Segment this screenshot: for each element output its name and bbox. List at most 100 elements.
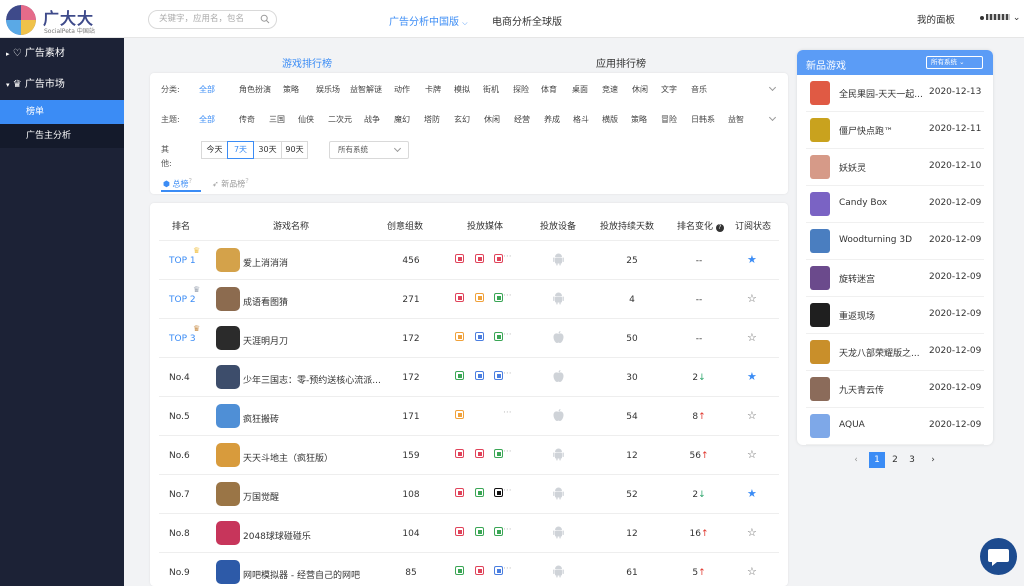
subscribe-star-icon[interactable]: ☆: [747, 409, 757, 422]
table-row[interactable]: No.4 少年三国志：零-预约送核心流派... 172 ··· 30 2↓ ★: [159, 357, 779, 396]
category-option[interactable]: 娱乐场: [316, 83, 340, 97]
category-option[interactable]: 街机: [483, 83, 499, 97]
table-row[interactable]: No.8 2048球球碰碰乐 104 ··· 12 16↑ ☆: [159, 513, 779, 552]
theme-option[interactable]: 传奇: [239, 113, 255, 127]
media-platform-icon[interactable]: [455, 410, 464, 419]
table-row[interactable]: TOP 2 ♛ 成语看图猜 271 ··· 4 -- ☆: [159, 279, 779, 318]
new-game-item[interactable]: Candy Box 2020-12-09: [806, 186, 984, 223]
new-game-name[interactable]: 旋转迷宫: [839, 272, 929, 285]
subscribe-star-icon[interactable]: ☆: [747, 565, 757, 578]
sidebar-item-advertiser-analysis[interactable]: 广告主分析: [0, 124, 124, 148]
game-icon[interactable]: [216, 404, 240, 428]
theme-option[interactable]: 日韩系: [691, 113, 715, 127]
media-platform-icon[interactable]: [455, 293, 464, 302]
theme-option[interactable]: 魔幻: [394, 113, 410, 127]
search-icon[interactable]: [260, 14, 270, 24]
game-name[interactable]: 网吧模拟器 - 经营自己的网吧: [243, 568, 383, 581]
subscribe-star-icon[interactable]: ★: [747, 487, 757, 500]
table-row[interactable]: No.9 网吧模拟器 - 经营自己的网吧 85 ··· 61 5↑ ☆: [159, 552, 779, 586]
pager-next[interactable]: ›: [926, 452, 940, 468]
period-option[interactable]: 7天: [227, 141, 254, 159]
new-game-name[interactable]: 僵尸快点跑™: [839, 124, 929, 137]
media-platform-icon[interactable]: [494, 332, 503, 341]
tab-game-ranking[interactable]: 游戏排行榜: [282, 55, 332, 70]
new-games-system-select[interactable]: 所有系统 ⌄: [926, 56, 983, 69]
more-media-icon[interactable]: ···: [503, 252, 512, 262]
user-menu[interactable]: ⌄: [980, 13, 1020, 23]
media-platform-icon[interactable]: [455, 527, 464, 536]
game-icon[interactable]: [216, 482, 240, 506]
subscribe-star-icon[interactable]: ★: [747, 370, 757, 383]
theme-option[interactable]: 横版: [602, 113, 618, 127]
more-media-icon[interactable]: ···: [503, 447, 512, 457]
help-icon[interactable]: ?: [715, 224, 724, 232]
game-name[interactable]: 天天斗地主（疯狂版）: [243, 451, 383, 464]
table-row[interactable]: TOP 1 ♛ 爱上消消消 456 ··· 25 -- ★: [159, 240, 779, 279]
game-icon[interactable]: [810, 229, 830, 253]
media-platform-icon[interactable]: [475, 293, 484, 302]
more-media-icon[interactable]: ···: [503, 525, 512, 535]
media-platform-icon[interactable]: [455, 254, 464, 263]
pager-page-2[interactable]: 2: [887, 452, 903, 468]
more-media-icon[interactable]: ···: [503, 408, 512, 418]
media-platform-icon[interactable]: [455, 566, 464, 575]
game-icon[interactable]: [810, 377, 830, 401]
theme-option[interactable]: 三国: [269, 113, 285, 127]
theme-option[interactable]: 全部: [199, 113, 215, 127]
game-icon[interactable]: [216, 287, 240, 311]
new-game-item[interactable]: 重返现场 2020-12-09: [806, 297, 984, 334]
new-game-item[interactable]: 九天青云传 2020-12-09: [806, 371, 984, 408]
game-icon[interactable]: [216, 326, 240, 350]
category-option[interactable]: 体育: [541, 83, 557, 97]
game-name[interactable]: 2048球球碰碰乐: [243, 529, 383, 542]
media-platform-icon[interactable]: [455, 371, 464, 380]
tab-new-ranking[interactable]: ➶ 新品榜?: [212, 177, 249, 190]
period-option[interactable]: 今天: [201, 141, 228, 159]
subscribe-star-icon[interactable]: ☆: [747, 526, 757, 539]
media-platform-icon[interactable]: [455, 449, 464, 458]
my-panel-link[interactable]: 我的面板: [917, 12, 955, 26]
media-platform-icon[interactable]: [494, 527, 503, 536]
pager-page-1[interactable]: 1: [869, 452, 885, 468]
category-option[interactable]: 益智解谜: [350, 83, 382, 97]
media-platform-icon[interactable]: [475, 566, 484, 575]
media-platform-icon[interactable]: [475, 488, 484, 497]
media-platform-icon[interactable]: [475, 527, 484, 536]
category-option[interactable]: 休闲: [632, 83, 648, 97]
more-media-icon[interactable]: ···: [503, 486, 512, 496]
table-row[interactable]: No.5 疯狂搬砖 171 ··· 54 8↑ ☆: [159, 396, 779, 435]
pager-prev[interactable]: ‹: [849, 452, 863, 468]
media-platform-icon[interactable]: [475, 332, 484, 341]
game-icon[interactable]: [810, 414, 830, 438]
media-platform-icon[interactable]: [455, 488, 464, 497]
sidebar-item-ad-creative[interactable]: ▸ ♡ 广告素材: [0, 42, 124, 66]
game-icon[interactable]: [810, 155, 830, 179]
game-name[interactable]: 爱上消消消: [243, 256, 383, 269]
table-row[interactable]: No.6 天天斗地主（疯狂版） 159 ··· 12 56↑ ☆: [159, 435, 779, 474]
theme-option[interactable]: 玄幻: [454, 113, 470, 127]
game-icon[interactable]: [810, 340, 830, 364]
theme-option[interactable]: 仙侠: [298, 113, 314, 127]
theme-option[interactable]: 休闲: [484, 113, 500, 127]
category-option[interactable]: 角色扮演: [239, 83, 271, 97]
period-option[interactable]: 30天: [253, 141, 282, 159]
chevron-down-icon[interactable]: [768, 113, 777, 122]
game-icon[interactable]: [216, 365, 240, 389]
category-option[interactable]: 探险: [513, 83, 529, 97]
game-name[interactable]: 天涯明月刀: [243, 334, 383, 347]
chevron-down-icon[interactable]: [768, 83, 777, 92]
media-platform-icon[interactable]: [494, 371, 503, 380]
theme-option[interactable]: 益智: [728, 113, 744, 127]
theme-option[interactable]: 养成: [544, 113, 560, 127]
category-option[interactable]: 策略: [283, 83, 299, 97]
category-option[interactable]: 音乐: [691, 83, 707, 97]
new-game-item[interactable]: 全民果园-天天一起... 2020-12-13: [806, 75, 984, 112]
game-icon[interactable]: [810, 266, 830, 290]
game-icon[interactable]: [810, 118, 830, 142]
game-icon[interactable]: [216, 560, 240, 584]
new-game-name[interactable]: Candy Box: [839, 198, 929, 208]
new-game-name[interactable]: 全民果园-天天一起...: [839, 87, 929, 100]
media-platform-icon[interactable]: [494, 566, 503, 575]
sidebar-item-ranking[interactable]: 榜单: [0, 100, 124, 124]
period-option[interactable]: 90天: [281, 141, 308, 159]
